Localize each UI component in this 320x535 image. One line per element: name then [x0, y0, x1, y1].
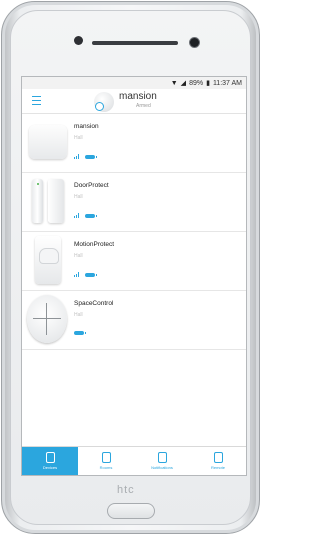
device-name: mansion: [74, 123, 99, 130]
app-header: mansion Armed: [22, 89, 246, 114]
hub-name: mansion: [119, 91, 157, 102]
door-sensor-image: [22, 173, 72, 231]
device-name: DoorProtect: [74, 182, 109, 189]
bottom-tab-bar: Devices Rooms Notifications Remote: [22, 446, 246, 475]
notifications-icon: [157, 452, 167, 463]
front-camera: [190, 38, 199, 47]
tab-devices[interactable]: Devices: [22, 447, 78, 475]
hub-device-image: [22, 114, 72, 172]
battery-level-icon: [85, 213, 97, 218]
brand-logo: htc: [117, 484, 135, 496]
device-list-item[interactable]: SpaceControl Hall: [22, 291, 246, 350]
device-room: Hall: [74, 135, 83, 141]
remote-icon: [213, 452, 223, 463]
hub-avatar[interactable]: [94, 92, 114, 112]
menu-icon[interactable]: [32, 96, 41, 105]
key-fob-image: [22, 291, 72, 349]
device-room: Hall: [74, 312, 83, 318]
battery-icon: ▮: [206, 80, 210, 87]
sensor-dot: [74, 36, 83, 45]
signal-strength-icon: [74, 272, 79, 277]
tab-label: Remote: [210, 465, 225, 470]
tab-notifications[interactable]: Notifications: [134, 447, 190, 475]
battery-level-icon: [74, 331, 86, 335]
tab-label: Devices: [42, 465, 58, 470]
device-room: Hall: [74, 194, 83, 200]
battery-percent: 89%: [189, 79, 204, 87]
device-name: MotionProtect: [74, 241, 115, 248]
battery-level-icon: [85, 272, 97, 277]
cell-signal-icon: ◢: [180, 80, 187, 87]
device-list-item[interactable]: MotionProtect Hall: [22, 232, 246, 291]
battery-level-icon: [85, 154, 97, 159]
tab-label: Rooms: [99, 465, 113, 470]
motion-detector-image: [22, 232, 72, 290]
clock: 11:37 AM: [212, 79, 242, 87]
wifi-icon: ▼: [170, 79, 178, 87]
rooms-icon: [101, 452, 111, 463]
hub-status-ring-icon: [95, 102, 104, 111]
app-screen: ▼ ◢ 89% ▮ 11:37 AM mansion Armed mansion…: [21, 76, 247, 476]
devices-icon: [45, 452, 55, 463]
signal-strength-icon: [74, 154, 79, 159]
device-list-item[interactable]: mansion Hall: [22, 114, 246, 173]
tab-remote[interactable]: Remote: [190, 447, 246, 475]
signal-strength-icon: [74, 213, 79, 218]
tab-label: Notifications: [151, 465, 173, 470]
earpiece-speaker: [92, 41, 178, 45]
hub-arm-state: Armed: [136, 103, 151, 109]
home-button[interactable]: [107, 503, 155, 519]
device-list-item[interactable]: DoorProtect Hall: [22, 173, 246, 232]
status-bar: ▼ ◢ 89% ▮ 11:37 AM: [22, 77, 246, 89]
tab-rooms[interactable]: Rooms: [78, 447, 134, 475]
device-name: SpaceControl: [74, 300, 114, 307]
device-room: Hall: [74, 253, 83, 259]
